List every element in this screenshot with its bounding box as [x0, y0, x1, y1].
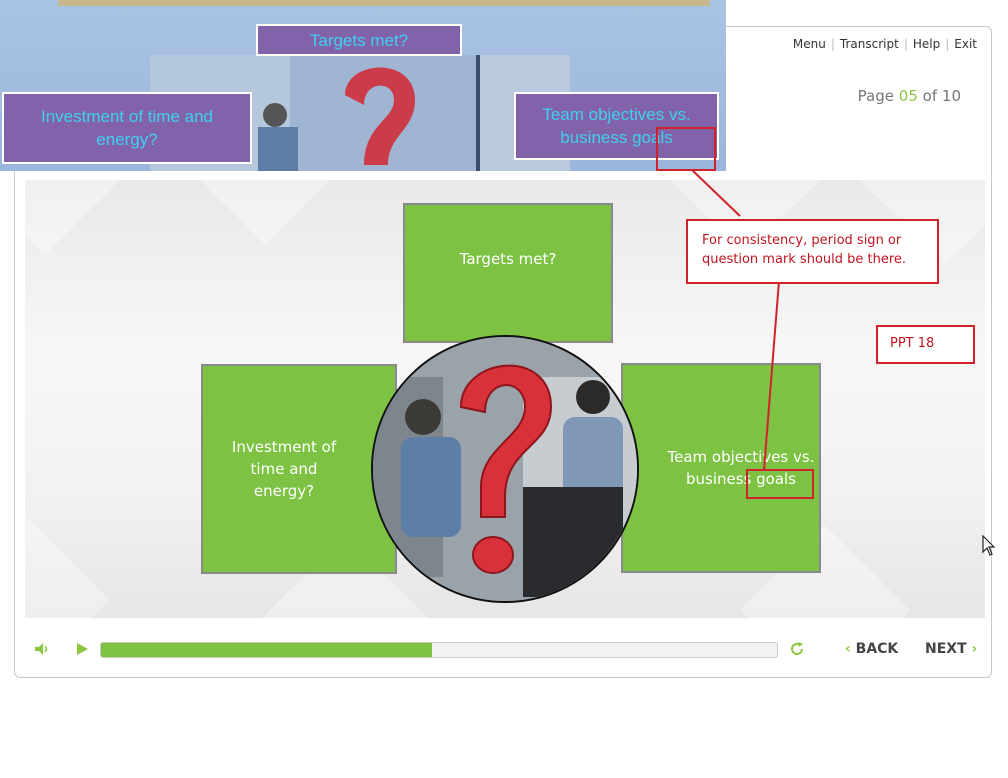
- annotation-connectors: [691, 169, 780, 471]
- annotation-ppt-ref-text: PPT 18: [890, 336, 935, 351]
- annotation-highlight-slide: [746, 469, 814, 499]
- annotation-comment-text: For consistency, period sign or question…: [702, 233, 907, 267]
- annotation-highlight-reference: [656, 127, 716, 171]
- annotation-comment: For consistency, period sign or question…: [686, 219, 939, 284]
- mouse-cursor-icon: [982, 535, 996, 556]
- annotation-ppt-ref: PPT 18: [876, 325, 975, 364]
